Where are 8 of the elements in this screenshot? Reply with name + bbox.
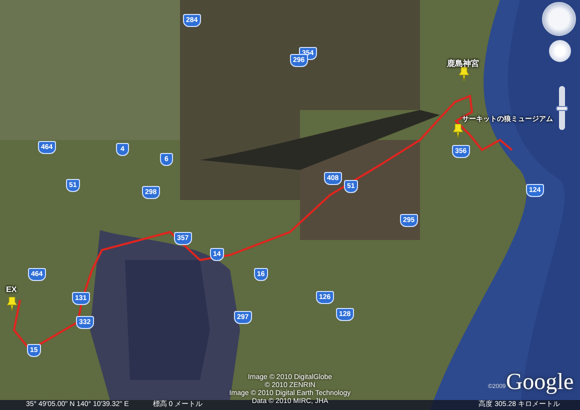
placemark-label[interactable]: EX	[6, 286, 17, 295]
pushpin-icon[interactable]	[458, 67, 470, 81]
pushpin-icon[interactable]	[452, 124, 464, 138]
zoom-slider-thumb[interactable]	[556, 106, 568, 110]
google-logo: Google	[506, 370, 574, 393]
zoom-slider[interactable]	[559, 86, 565, 130]
placemark-label[interactable]: 鹿島神宮	[447, 60, 479, 69]
pushpin-icon[interactable]	[6, 297, 18, 311]
